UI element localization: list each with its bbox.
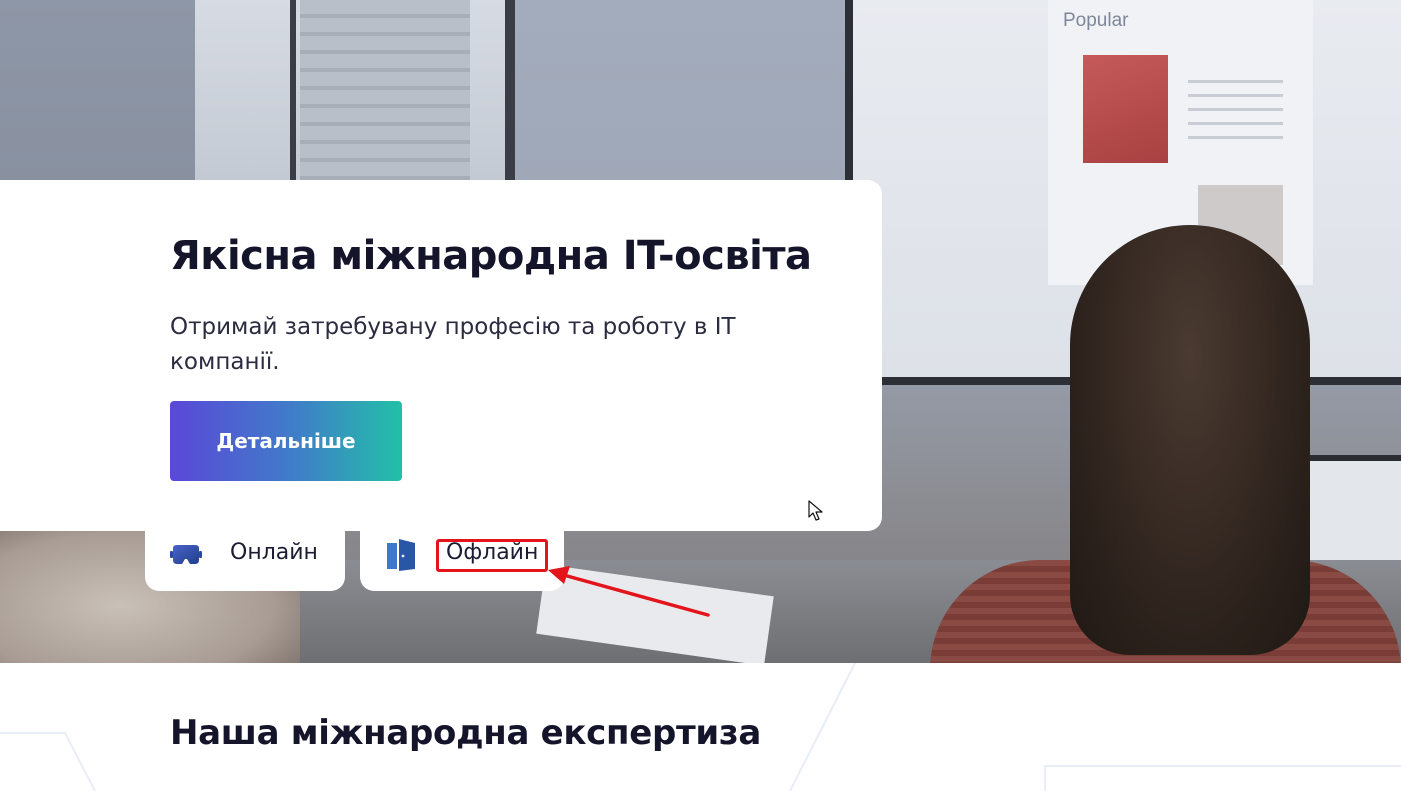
mouse-cursor-icon (808, 500, 823, 521)
expertise-card-outline (1044, 765, 1401, 791)
tab-online[interactable]: Онлайн (145, 520, 345, 591)
details-button[interactable]: Детальніше (170, 401, 402, 481)
annotation-highlight-box (436, 539, 548, 572)
hero-subtitle: Отримай затребувану професію та роботу в… (170, 314, 736, 375)
hero-photo-column (290, 0, 296, 190)
section-title: Наша міжнародна експертиза (170, 713, 762, 753)
screen-text-lines (1188, 80, 1283, 150)
tab-online-label: Онлайн (230, 540, 318, 565)
door-icon (387, 539, 415, 571)
screen-thumbnail (1083, 55, 1168, 163)
hero-photo-column (505, 0, 511, 190)
annotation-arrow-icon (548, 566, 710, 617)
vr-headset-icon (170, 545, 202, 564)
hero-photo-building (300, 0, 470, 185)
hero-title: Якісна міжнародна IT-освіта (170, 233, 812, 279)
hero-photo-student-hair (1070, 225, 1310, 655)
screen-heading: Popular (1063, 10, 1129, 31)
